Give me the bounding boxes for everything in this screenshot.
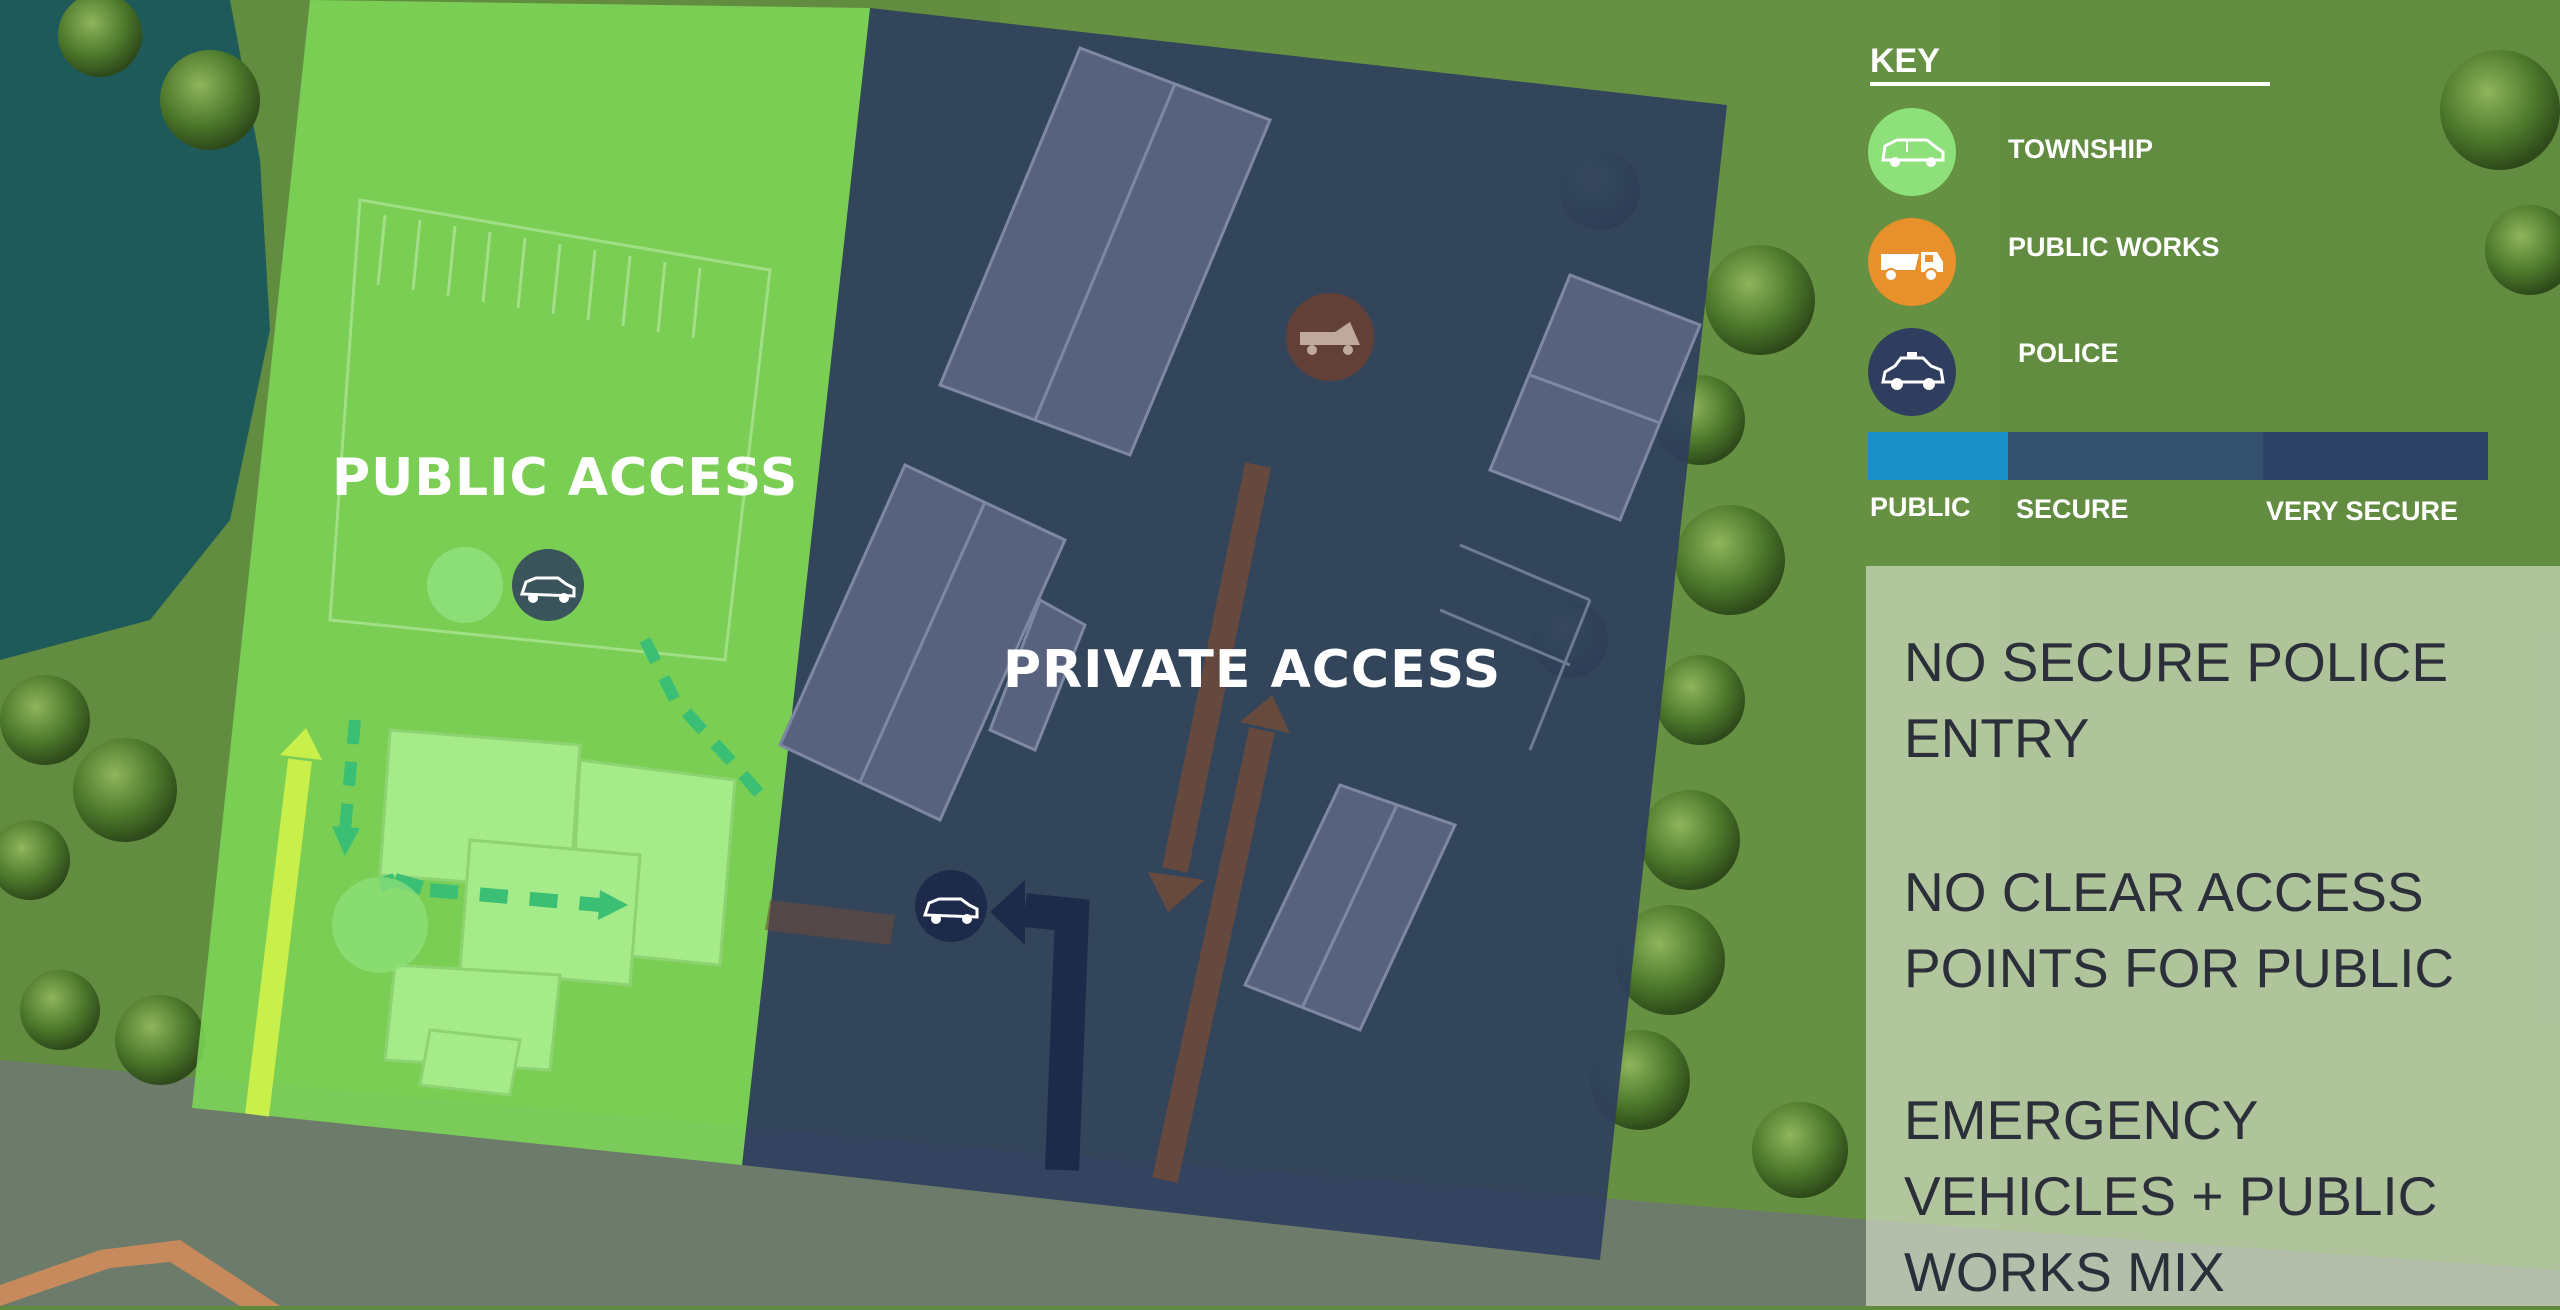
issues-panel: NO SECURE POLICE ENTRY NO CLEAR ACCESS P…	[1866, 566, 2560, 1306]
security-label-very-secure: VERY SECURE	[2266, 496, 2459, 526]
public-works-map-marker	[1286, 293, 1374, 381]
security-bar-very-secure	[2263, 432, 2488, 480]
security-label-secure: SECURE	[2016, 494, 2129, 524]
key-divider	[1870, 82, 2270, 86]
private-access-label: PRIVATE ACCESS	[1003, 640, 1502, 700]
key-label-township: TOWNSHIP	[2008, 134, 2154, 164]
suv-icon	[1868, 108, 1956, 196]
note-police-entry: NO SECURE POLICE ENTRY	[1904, 631, 2449, 769]
note-vehicle-mix: EMERGENCY VEHICLES + PUBLIC WORKS MIX	[1904, 1089, 2438, 1303]
township-map-marker-2	[332, 877, 428, 973]
map-key: KEY TOWNSHIP PUBLIC WORKS POLICE PUBLIC …	[1860, 40, 2510, 560]
security-bar-secure	[2008, 432, 2263, 480]
police-map-marker	[512, 549, 584, 621]
key-label-police: POLICE	[2018, 338, 2119, 368]
key-label-public-works: PUBLIC WORKS	[2008, 232, 2220, 262]
key-title: KEY	[1870, 42, 1940, 80]
note-public-access: NO CLEAR ACCESS POINTS FOR PUBLIC	[1904, 861, 2455, 999]
dump-truck-icon	[1868, 218, 1956, 306]
public-access-label: PUBLIC ACCESS	[332, 448, 799, 508]
security-bar-public	[1868, 432, 2008, 480]
security-label-public: PUBLIC	[1870, 492, 1971, 522]
police-map-marker-private	[915, 870, 987, 942]
police-car-icon	[1868, 328, 1956, 416]
township-map-marker	[427, 547, 503, 623]
